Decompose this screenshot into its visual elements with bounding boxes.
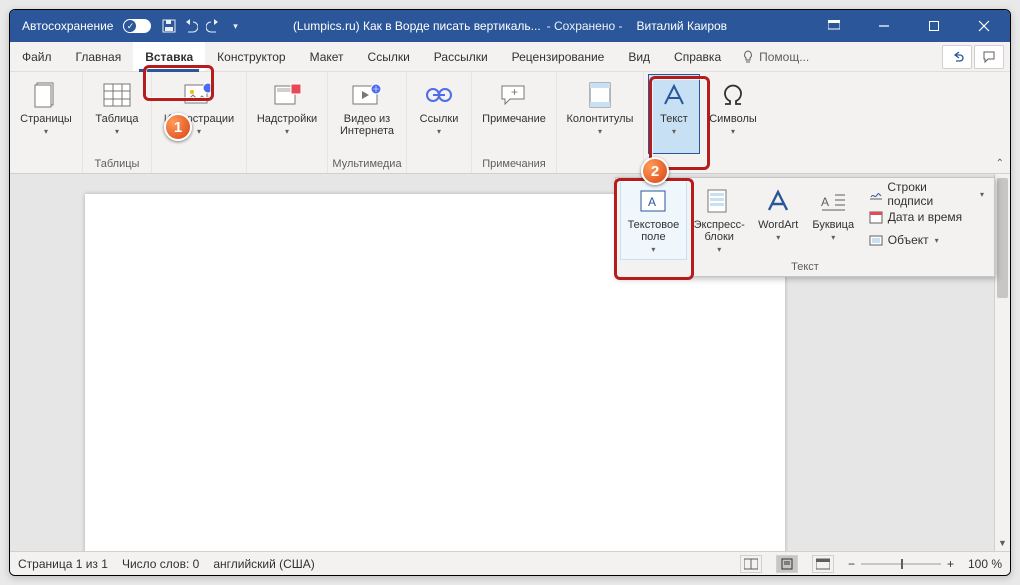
tab-insert[interactable]: Вставка: [133, 42, 205, 71]
quick-parts-button[interactable]: Экспресс-блоки▾: [689, 180, 750, 260]
scroll-down-icon[interactable]: ▼: [995, 535, 1010, 551]
text-icon: [658, 79, 690, 111]
autosave-label: Автосохранение: [22, 19, 113, 33]
header-footer-button[interactable]: Колонтитулы▾: [561, 74, 639, 154]
pictures-icon: [183, 79, 215, 111]
tab-view[interactable]: Вид: [616, 42, 662, 71]
text-button[interactable]: Текст▾: [648, 74, 700, 154]
autosave-toggle[interactable]: [123, 19, 151, 33]
lightbulb-icon: [741, 50, 755, 64]
comments-group-label: Примечания: [476, 157, 552, 171]
addins-icon: [271, 79, 303, 111]
zoom-out-button[interactable]: −: [848, 557, 855, 571]
zoom-in-button[interactable]: +: [947, 557, 954, 571]
user-name: Виталий Каиров: [636, 19, 727, 33]
ribbon-tabs: Файл Главная Вставка Конструктор Макет С…: [10, 42, 1010, 72]
quick-parts-icon: [703, 185, 735, 217]
qat-dropdown-icon[interactable]: ▾: [227, 18, 243, 34]
signature-line-button[interactable]: Строки подписи▾: [862, 183, 990, 205]
illustrations-button[interactable]: Иллюстрации▾: [156, 74, 242, 154]
collapse-ribbon-icon[interactable]: ⌃: [996, 158, 1004, 169]
annotation-marker-2: 2: [641, 157, 669, 185]
drop-cap-button[interactable]: A Буквица▾: [807, 180, 860, 260]
tab-mailings[interactable]: Рассылки: [422, 42, 500, 71]
symbols-button[interactable]: Символы▾: [702, 74, 764, 154]
print-layout-button[interactable]: [776, 555, 798, 573]
saved-indicator: - Сохранено -: [547, 19, 623, 33]
addins-button[interactable]: Надстройки▾: [251, 74, 323, 154]
table-icon: [101, 79, 133, 111]
redo-icon[interactable]: [205, 18, 221, 34]
link-icon: [423, 79, 455, 111]
comments-button[interactable]: [974, 45, 1004, 69]
read-mode-button[interactable]: [740, 555, 762, 573]
calendar-icon: [868, 209, 884, 225]
tab-file[interactable]: Файл: [10, 42, 64, 71]
status-page[interactable]: Страница 1 из 1: [18, 557, 108, 571]
table-button[interactable]: Таблица▾: [87, 74, 147, 154]
text-box-icon: A: [637, 185, 669, 217]
pages-icon: [30, 79, 62, 111]
title-bar: Автосохранение ▾ (Lumpics.ru) Как в Ворд…: [10, 10, 1010, 42]
comment-button[interactable]: + Примечание: [476, 74, 552, 154]
tab-home[interactable]: Главная: [64, 42, 134, 71]
vertical-scrollbar[interactable]: ▲ ▼: [994, 174, 1010, 551]
header-footer-icon: [584, 79, 616, 111]
save-icon[interactable]: [161, 18, 177, 34]
ribbon: Страницы▾ Таблица▾ Таблицы Иллюстрации▾ …: [10, 72, 1010, 174]
svg-text:A: A: [821, 195, 829, 209]
annotation-marker-1: 1: [164, 113, 192, 141]
tables-group-label: Таблицы: [87, 157, 147, 171]
tab-design[interactable]: Конструктор: [205, 42, 297, 71]
svg-text:A: A: [648, 195, 656, 209]
zoom-level[interactable]: 100 %: [968, 557, 1002, 571]
text-box-button[interactable]: A Текстовое поле▾: [620, 180, 687, 260]
wordart-button[interactable]: WordArt▾: [752, 180, 805, 260]
status-bar: Страница 1 из 1 Число слов: 0 английский…: [10, 551, 1010, 575]
web-layout-button[interactable]: [812, 555, 834, 573]
minimize-button[interactable]: [862, 10, 906, 42]
wordart-icon: [762, 185, 794, 217]
tab-review[interactable]: Рецензирование: [500, 42, 617, 71]
scrollbar-thumb[interactable]: [997, 178, 1008, 298]
close-button[interactable]: [962, 10, 1006, 42]
signature-icon: [868, 186, 884, 202]
text-gallery-popup: A Текстовое поле▾ Экспресс-блоки▾ WordAr…: [615, 177, 995, 277]
status-word-count[interactable]: Число слов: 0: [122, 557, 199, 571]
media-group-label: Мультимедиа: [332, 157, 402, 171]
share-button[interactable]: [942, 45, 972, 69]
status-language[interactable]: английский (США): [213, 557, 314, 571]
document-name: (Lumpics.ru) Как в Ворде писать вертикал…: [293, 19, 541, 33]
tab-references[interactable]: Ссылки: [356, 42, 422, 71]
object-button[interactable]: Объект▾: [862, 229, 990, 251]
tell-me-search[interactable]: Помощ...: [733, 42, 817, 71]
online-video-button[interactable]: Видео из Интернета: [332, 74, 402, 154]
pages-button[interactable]: Страницы▾: [14, 74, 78, 154]
zoom-slider[interactable]: [861, 563, 941, 565]
links-button[interactable]: Ссылки▾: [411, 74, 467, 154]
date-time-button[interactable]: Дата и время: [862, 206, 990, 228]
comment-icon: +: [498, 79, 530, 111]
omega-icon: [717, 79, 749, 111]
video-icon: [351, 79, 383, 111]
object-icon: [868, 232, 884, 248]
undo-icon[interactable]: [183, 18, 199, 34]
drop-cap-icon: A: [817, 185, 849, 217]
ribbon-display-options-icon[interactable]: [812, 10, 856, 42]
text-group-label: Текст: [620, 260, 990, 274]
tab-help[interactable]: Справка: [662, 42, 733, 71]
tab-layout[interactable]: Макет: [298, 42, 356, 71]
maximize-button[interactable]: [912, 10, 956, 42]
svg-text:+: +: [511, 85, 518, 99]
